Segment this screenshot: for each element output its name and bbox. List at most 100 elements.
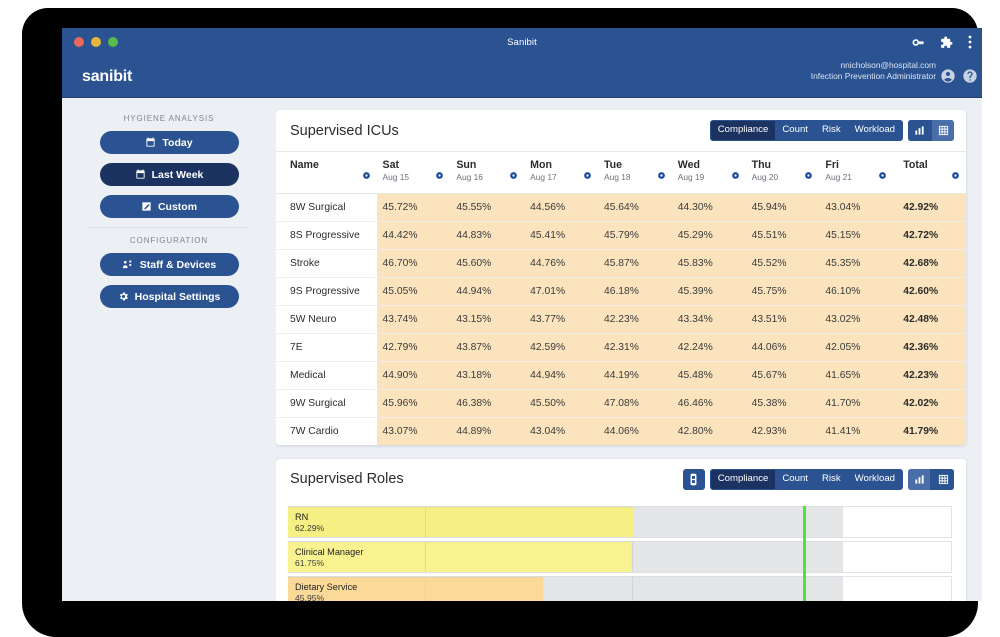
roles-title: Supervised Roles	[290, 471, 404, 488]
bar-row[interactable]: Clinical Manager 61.75%	[288, 540, 952, 573]
tab-risk[interactable]: Risk	[815, 470, 848, 489]
sort-icon[interactable]	[435, 171, 444, 183]
tab-count[interactable]: Count	[775, 470, 815, 489]
tab-compliance[interactable]: Compliance	[710, 469, 776, 489]
sidebar-item-today[interactable]: Today	[99, 131, 239, 154]
user-role: Infection Prevention Administrator	[810, 70, 936, 81]
cell-value: 46.46%	[671, 389, 746, 418]
sort-icon[interactable]	[509, 171, 518, 183]
icus-view-toggle	[908, 120, 954, 141]
cell-value: 45.41%	[524, 221, 598, 250]
table-row[interactable]: 5W Neuro 43.74% 43.15% 43.77% 42.23% 43.34% 43…	[276, 305, 966, 334]
gear-icon	[118, 291, 129, 302]
bar-chart-icon[interactable]	[908, 468, 930, 490]
browser-tab-title: Sanibit	[507, 36, 537, 48]
cell-value: 42.23%	[597, 305, 672, 334]
cell-value: 43.07%	[376, 417, 451, 445]
sidebar-item-label: Custom	[157, 200, 198, 213]
cell-total: 42.68%	[893, 249, 966, 278]
sort-icon[interactable]	[804, 171, 813, 183]
cell-value: 45.96%	[376, 389, 451, 418]
bar-row[interactable]: Dietary Service 45.95%	[288, 575, 952, 601]
cell-value: 43.02%	[819, 305, 894, 334]
column-header-name[interactable]: Name	[276, 151, 377, 194]
column-header-mon[interactable]: Mon Aug 17	[524, 151, 598, 194]
devices-icon	[122, 259, 134, 270]
sort-icon[interactable]	[878, 171, 887, 183]
cell-value: 45.35%	[819, 249, 894, 278]
table-row[interactable]: 8S Progressive 44.42% 44.83% 45.41% 45.79% 45…	[276, 221, 966, 250]
table-row[interactable]: 9W Surgical 45.96% 46.38% 45.50% 47.08% 46.46…	[276, 389, 966, 418]
tab-risk[interactable]: Risk	[815, 121, 848, 140]
puzzle-icon[interactable]	[940, 36, 953, 49]
column-header-sat[interactable]: Sat Aug 15	[376, 151, 451, 194]
bar-overflow-pane	[843, 505, 952, 538]
sort-icon[interactable]	[362, 171, 371, 183]
cell-total: 42.72%	[893, 221, 966, 250]
table-grid-icon[interactable]	[932, 120, 954, 141]
sidebar-section-configuration: CONFIGURATION	[129, 236, 209, 245]
column-header-thu[interactable]: Thu Aug 20	[745, 151, 820, 194]
cell-value: 46.38%	[450, 389, 525, 418]
table-row[interactable]: 8W Surgical 45.72% 45.55% 44.56% 45.64% 44.30…	[276, 193, 966, 222]
table-grid-icon[interactable]	[932, 468, 954, 490]
table-row[interactable]: Medical 44.90% 43.18% 44.94% 44.19% 45.48% 45.…	[276, 361, 966, 390]
cell-value: 44.90%	[376, 361, 451, 390]
bar-chart-icon[interactable]	[908, 120, 930, 141]
table-row[interactable]: Stroke 46.70% 45.60% 44.76% 45.87% 45.83% 45.5…	[276, 249, 966, 278]
table-row[interactable]: 7E 42.79% 43.87% 42.59% 42.31% 42.24% 44.06% 42…	[276, 333, 966, 362]
tab-workload[interactable]: Workload	[848, 121, 902, 140]
sort-icon[interactable]	[657, 171, 666, 183]
column-header-wed[interactable]: Wed Aug 19	[671, 151, 746, 194]
sidebar-item-label: Last Week	[151, 168, 204, 181]
sort-icon[interactable]	[583, 171, 592, 183]
account-circle-icon[interactable]	[940, 68, 956, 84]
bar-fill	[288, 506, 634, 537]
kebab-menu-icon[interactable]	[968, 35, 972, 49]
table-row[interactable]: 9S Progressive 45.05% 44.94% 47.01% 46.18% 45…	[276, 277, 966, 306]
column-header-tue[interactable]: Tue Aug 18	[597, 151, 672, 194]
sidebar-item-label: Today	[162, 136, 193, 149]
key-icon[interactable]	[912, 36, 925, 49]
sidebar-item-staff-and-devices[interactable]: Staff & Devices	[99, 253, 239, 276]
roles-toolbar: Compliance Count Risk Workload	[682, 468, 954, 490]
table-row[interactable]: 7W Cardio 43.07% 44.89% 43.04% 44.06% 42.80% 4…	[276, 417, 966, 445]
cell-row-name: 8W Surgical	[276, 193, 377, 222]
sidebar-item-last-week[interactable]: Last Week	[99, 163, 239, 186]
cell-row-name: 5W Neuro	[276, 305, 377, 334]
bar-overflow-pane	[843, 575, 952, 601]
cell-total: 42.02%	[893, 389, 966, 418]
cell-value: 44.89%	[450, 417, 525, 445]
cell-value: 42.05%	[819, 333, 894, 362]
tab-count[interactable]: Count	[775, 121, 815, 140]
user-info: nnicholson@hospital.com Infection Preven…	[811, 60, 936, 82]
tab-compliance[interactable]: Compliance	[710, 121, 776, 140]
help-circle-icon[interactable]	[962, 68, 978, 84]
sidebar-item-custom[interactable]: Custom	[99, 195, 239, 218]
tab-workload[interactable]: Workload	[848, 470, 902, 489]
cell-value: 44.94%	[524, 361, 598, 390]
cell-value: 44.94%	[450, 277, 525, 306]
icus-metric-segmented-control: Compliance Count Risk Workload	[709, 120, 903, 141]
bar-row[interactable]: RN 62.29%	[288, 505, 952, 538]
threshold-line	[803, 505, 807, 601]
column-header-total[interactable]: Total	[893, 151, 966, 194]
cell-value: 47.01%	[524, 277, 598, 306]
supervised-roles-card: Supervised Roles Compliance Count Risk W…	[276, 458, 966, 601]
bar-track	[288, 540, 843, 573]
bar-track	[288, 575, 843, 601]
roles-metric-segmented-control: Compliance Count Risk Workload	[709, 468, 903, 490]
cell-total: 42.36%	[893, 333, 966, 362]
cell-value: 44.06%	[745, 333, 820, 362]
column-header-sun[interactable]: Sun Aug 16	[450, 151, 525, 194]
browser-chrome-bar: Sanibit	[62, 28, 982, 56]
column-header-fri[interactable]: Fri Aug 21	[819, 151, 894, 194]
cell-value: 43.15%	[450, 305, 525, 334]
cell-value: 42.59%	[524, 333, 598, 362]
device-badge-icon[interactable]	[682, 468, 705, 490]
sort-icon[interactable]	[951, 171, 960, 183]
sidebar-item-hospital-settings[interactable]: Hospital Settings	[99, 285, 239, 308]
cell-value: 44.56%	[524, 193, 598, 222]
app-logo[interactable]: sanibit	[82, 68, 132, 86]
sort-icon[interactable]	[731, 171, 740, 183]
